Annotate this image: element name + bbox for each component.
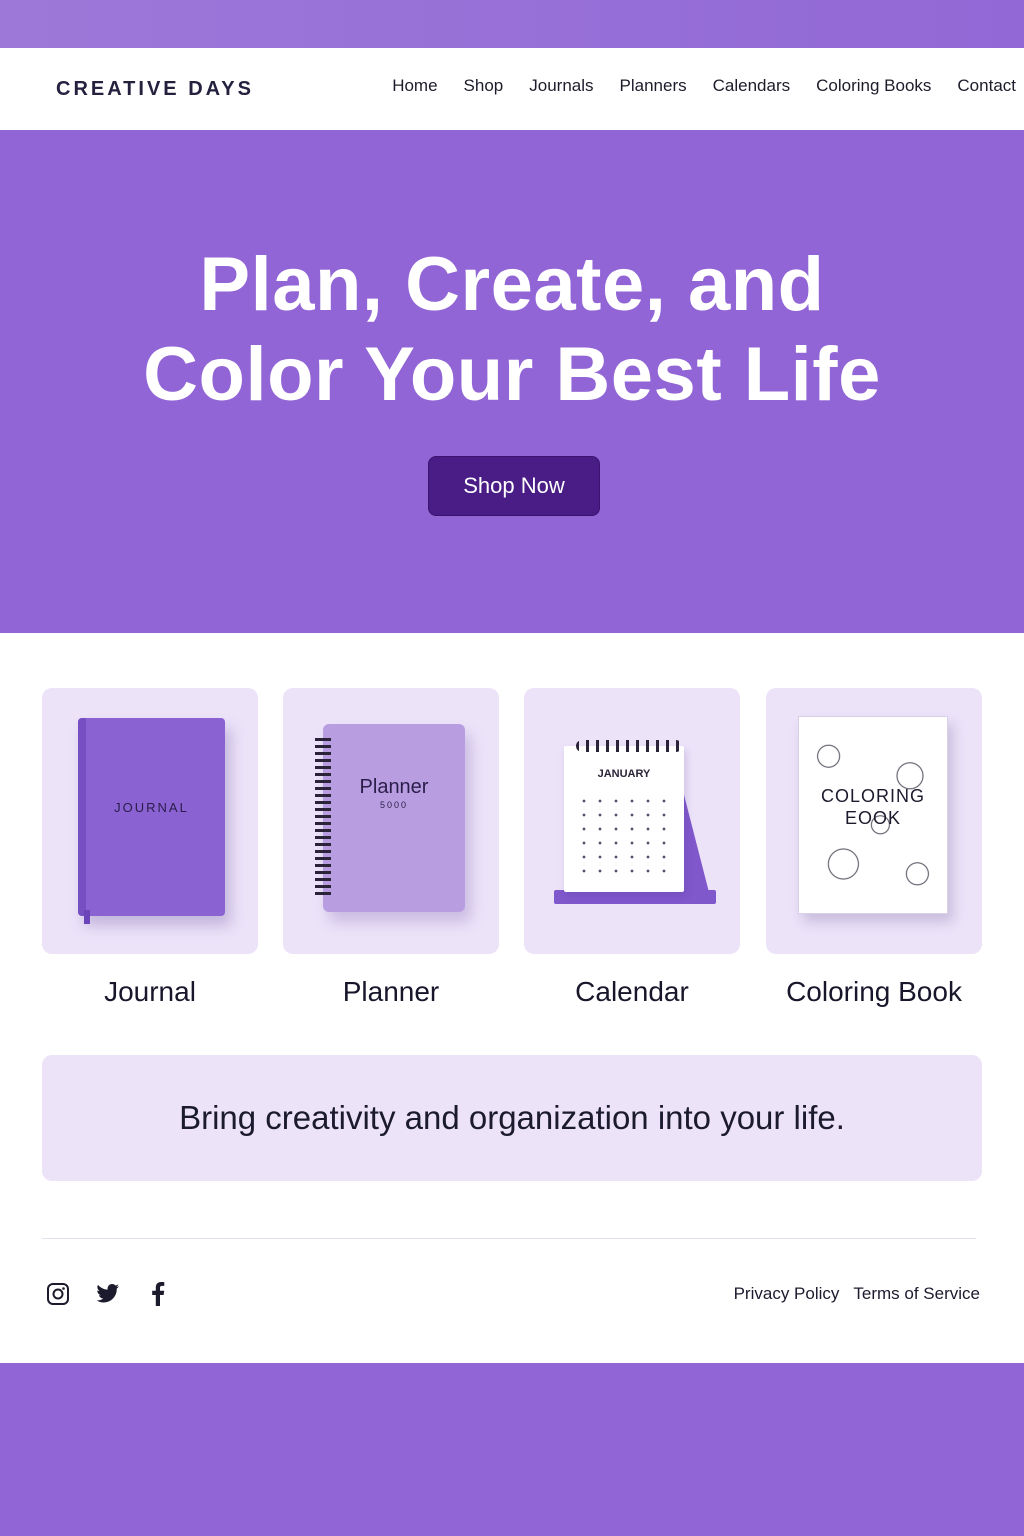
coloring-book-cover-text: COLORING EOOK — [799, 785, 947, 829]
terms-of-service-link[interactable]: Terms of Service — [853, 1284, 980, 1304]
top-accent-band — [0, 0, 1024, 48]
journal-image[interactable]: JOURNAL — [42, 688, 258, 954]
brand-logo[interactable]: CREATIVE DAYS — [56, 78, 254, 101]
hero-title-line1: Plan, Create, and — [199, 242, 825, 327]
tagline-banner: Bring creativity and organization into y… — [42, 1055, 982, 1181]
nav-home[interactable]: Home — [392, 76, 437, 96]
footer-divider — [42, 1238, 976, 1239]
product-card-journal[interactable]: JOURNAL Journal — [42, 688, 258, 1008]
planner-spiral — [315, 738, 331, 898]
hero-banner: Plan, Create, and Color Your Best Life S… — [0, 130, 1024, 633]
hero-title-line2: Color Your Best Life — [143, 332, 881, 417]
main-nav: Home Shop Journals Planners Calendars Co… — [392, 76, 1016, 96]
nav-journals[interactable]: Journals — [529, 76, 593, 96]
coloring-book-cover-line2: EOOK — [844, 808, 901, 828]
twitter-icon[interactable] — [96, 1282, 120, 1306]
journal-cover-text: JOURNAL — [114, 800, 189, 815]
product-card-planner[interactable]: Planner 5000 Planner — [283, 688, 499, 1008]
product-label-coloring-book[interactable]: Coloring Book — [766, 976, 982, 1008]
navbar: CREATIVE DAYS Home Shop Journals Planner… — [0, 48, 1024, 130]
instagram-icon[interactable] — [46, 1282, 70, 1306]
hero-title: Plan, Create, and Color Your Best Life — [0, 240, 1024, 420]
calendar-image[interactable]: JANUARY — [524, 688, 740, 954]
product-card-calendar[interactable]: JANUARY Calendar — [524, 688, 740, 1008]
nav-coloring-books[interactable]: Coloring Books — [816, 76, 931, 96]
legal-links: Privacy Policy Terms of Service — [734, 1284, 980, 1304]
product-card-coloring-book[interactable]: COLORING EOOK Coloring Book — [766, 688, 982, 1008]
planner-book-illustration: Planner 5000 — [315, 724, 465, 912]
planner-cover-subtext: 5000 — [379, 800, 409, 810]
product-label-calendar[interactable]: Calendar — [524, 976, 740, 1008]
product-label-planner[interactable]: Planner — [283, 976, 499, 1008]
product-grid: JOURNAL Journal Planner 5000 Planner JAN… — [42, 688, 982, 1018]
privacy-policy-link[interactable]: Privacy Policy — [734, 1284, 840, 1304]
journal-book-illustration: JOURNAL — [78, 718, 225, 924]
product-label-journal[interactable]: Journal — [42, 976, 258, 1008]
desk-calendar-illustration: JANUARY — [554, 740, 716, 904]
calendar-page: JANUARY — [564, 740, 684, 892]
tagline-text: Bring creativity and organization into y… — [179, 1099, 845, 1136]
journal-spine — [78, 718, 86, 916]
coloring-book-image[interactable]: COLORING EOOK — [766, 688, 982, 954]
planner-cover-text: Planner — [359, 776, 429, 798]
calendar-date-grid — [576, 794, 672, 874]
calendar-stand-base — [554, 890, 716, 904]
shop-now-button[interactable]: Shop Now — [428, 456, 600, 516]
bottom-accent-band — [0, 1363, 1024, 1536]
calendar-month: JANUARY — [597, 768, 651, 780]
calendar-rings — [576, 740, 682, 752]
journal-ribbon — [84, 910, 90, 924]
nav-calendars[interactable]: Calendars — [713, 76, 791, 96]
nav-contact[interactable]: Contact — [957, 76, 1016, 96]
nav-planners[interactable]: Planners — [620, 76, 687, 96]
social-links — [46, 1282, 170, 1306]
planner-image[interactable]: Planner 5000 — [283, 688, 499, 954]
nav-shop[interactable]: Shop — [464, 76, 504, 96]
facebook-icon[interactable] — [146, 1282, 170, 1306]
coloring-book-cover-line1: COLORING — [820, 786, 925, 806]
coloring-book-illustration: COLORING EOOK — [798, 716, 948, 914]
